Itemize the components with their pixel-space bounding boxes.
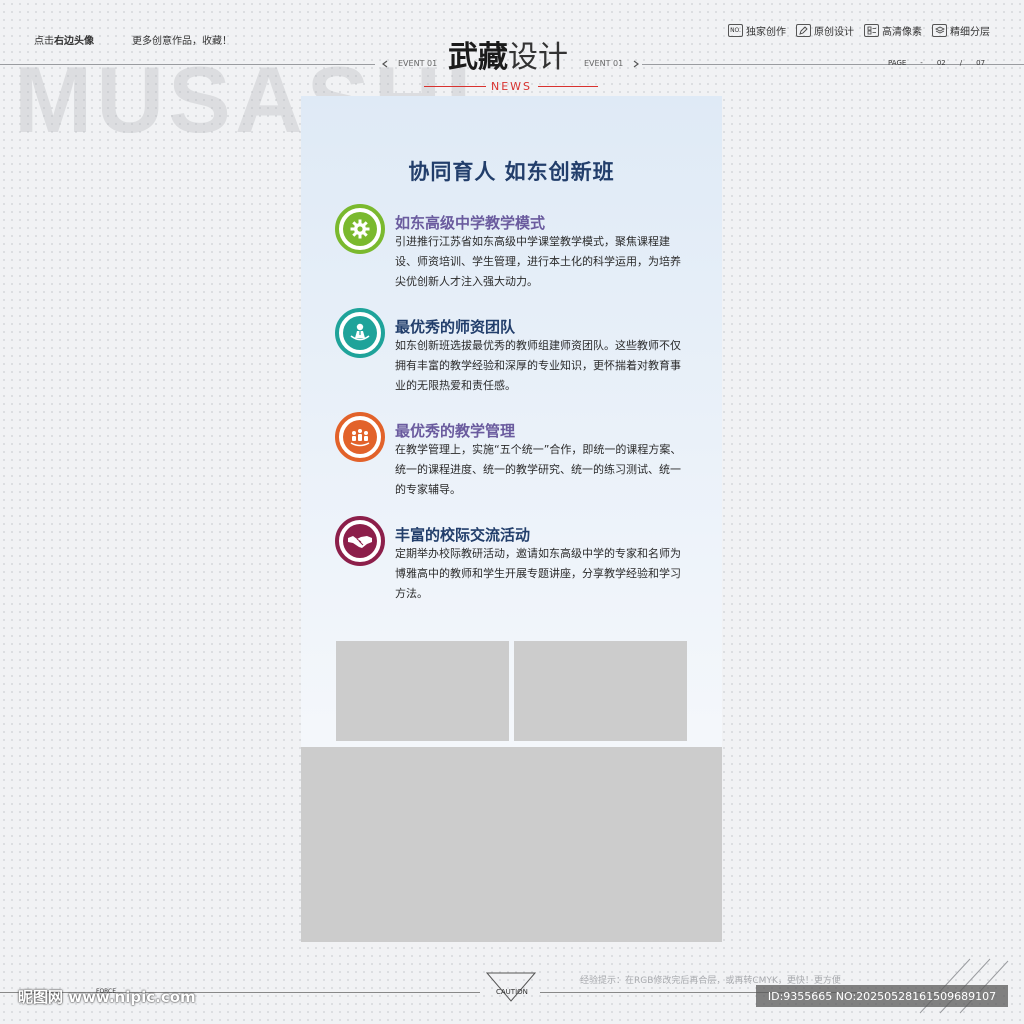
- news-label: NEWS: [491, 80, 533, 93]
- photo-placeholder-right: [514, 641, 687, 741]
- news-rule-left: [424, 86, 486, 87]
- section-title: 丰富的校际交流活动: [395, 526, 531, 544]
- badge-label: 原创设计: [814, 27, 854, 38]
- event-label-left: EVENT 01: [398, 59, 438, 68]
- badge-label: 精细分层: [950, 27, 990, 38]
- image-id-bar: ID:9355665 NO:20250528161509689107: [756, 985, 1008, 1007]
- page-total: 07: [976, 59, 986, 67]
- teacher-icon: [335, 308, 385, 358]
- force-label: FORCE: [96, 988, 117, 995]
- page-label: PAGE: [888, 59, 907, 67]
- badge-label: 高清像素: [882, 27, 922, 38]
- layers-icon: [932, 24, 947, 37]
- caution-label: CAUTION: [496, 988, 528, 996]
- badge-hd: 高清像素: [864, 23, 922, 38]
- pencil-icon: [796, 24, 811, 37]
- team-icon: [335, 412, 385, 462]
- page-indicator: PAGE - 02 / 07: [888, 59, 985, 67]
- badge-layers: 精细分层: [932, 23, 990, 38]
- event-label-right: EVENT 01: [584, 59, 624, 68]
- no-icon: NO.: [728, 24, 743, 37]
- section-body: 在教学管理上，实施“五个统一”合作，即统一的课程方案、统一的课程进度、统一的教学…: [395, 443, 682, 496]
- section-teaching-management: 最优秀的教学管理 在教学管理上，实施“五个统一”合作，即统一的课程方案、统一的课…: [335, 412, 695, 502]
- page-sep: /: [959, 59, 963, 67]
- bottom-image-placeholder: [301, 747, 722, 942]
- badge-label: 独家创作: [746, 27, 786, 38]
- page-current: 02: [936, 59, 946, 67]
- badge-original: 原创设计: [796, 23, 854, 38]
- poster-card: 协同育人 如东创新班 如东高级中学教学模式 引进推行江苏省如东高级中学课堂教学模…: [301, 96, 722, 942]
- click-avatar-hint: 点击右边头像: [34, 32, 94, 47]
- section-faculty-team: 最优秀的师资团队 如东创新班选拔最优秀的教师组建师资团队。这些教师不仅拥有丰富的…: [335, 308, 695, 398]
- brand-rest: 设计: [508, 40, 568, 75]
- gear-icon: [335, 204, 385, 254]
- news-rule-right: [538, 86, 598, 87]
- photo-placeholder-left: [336, 641, 509, 741]
- page-dash: -: [920, 59, 923, 67]
- section-teaching-model: 如东高级中学教学模式 引进推行江苏省如东高级中学课堂教学模式，聚焦课程建设、师资…: [335, 204, 695, 294]
- brand-bold: 武藏: [448, 40, 508, 75]
- header-rule-left: [0, 64, 375, 65]
- section-title: 最优秀的师资团队: [395, 318, 516, 336]
- section-body: 如东创新班选拔最优秀的教师组建师资团队。这些教师不仅拥有丰富的教学经验和深厚的专…: [395, 339, 681, 392]
- section-school-exchange: 丰富的校际交流活动 定期举办校际教研活动，邀请如东高级中学的专家和名师为博雅高中…: [335, 516, 695, 606]
- click-prefix: 点击: [34, 36, 54, 47]
- brand-logo: 武藏设计: [448, 40, 568, 76]
- handshake-icon: [335, 516, 385, 566]
- click-bold: 右边头像: [54, 36, 94, 47]
- more-works-hint: 更多创意作品，收藏！: [132, 36, 232, 47]
- section-title: 如东高级中学教学模式: [395, 214, 546, 232]
- feature-badges: NO. 独家创作 原创设计 高清像素 精细分层: [728, 23, 990, 38]
- poster-headline: 协同育人 如东创新班: [408, 160, 615, 184]
- badge-exclusive: NO. 独家创作: [728, 23, 786, 38]
- section-body: 引进推行江苏省如东高级中学课堂教学模式，聚焦课程建设、师资培训、学生管理，进行本…: [395, 235, 681, 288]
- section-body: 定期举办校际教研活动，邀请如东高级中学的专家和名师为博雅高中的教师和学生开展专题…: [395, 547, 681, 600]
- grid-icon: [864, 24, 879, 37]
- section-title: 最优秀的教学管理: [395, 422, 516, 440]
- chevron-right-icon: [633, 60, 639, 68]
- caution-triangle-icon: [486, 972, 536, 1002]
- chevron-left-icon: [382, 60, 388, 68]
